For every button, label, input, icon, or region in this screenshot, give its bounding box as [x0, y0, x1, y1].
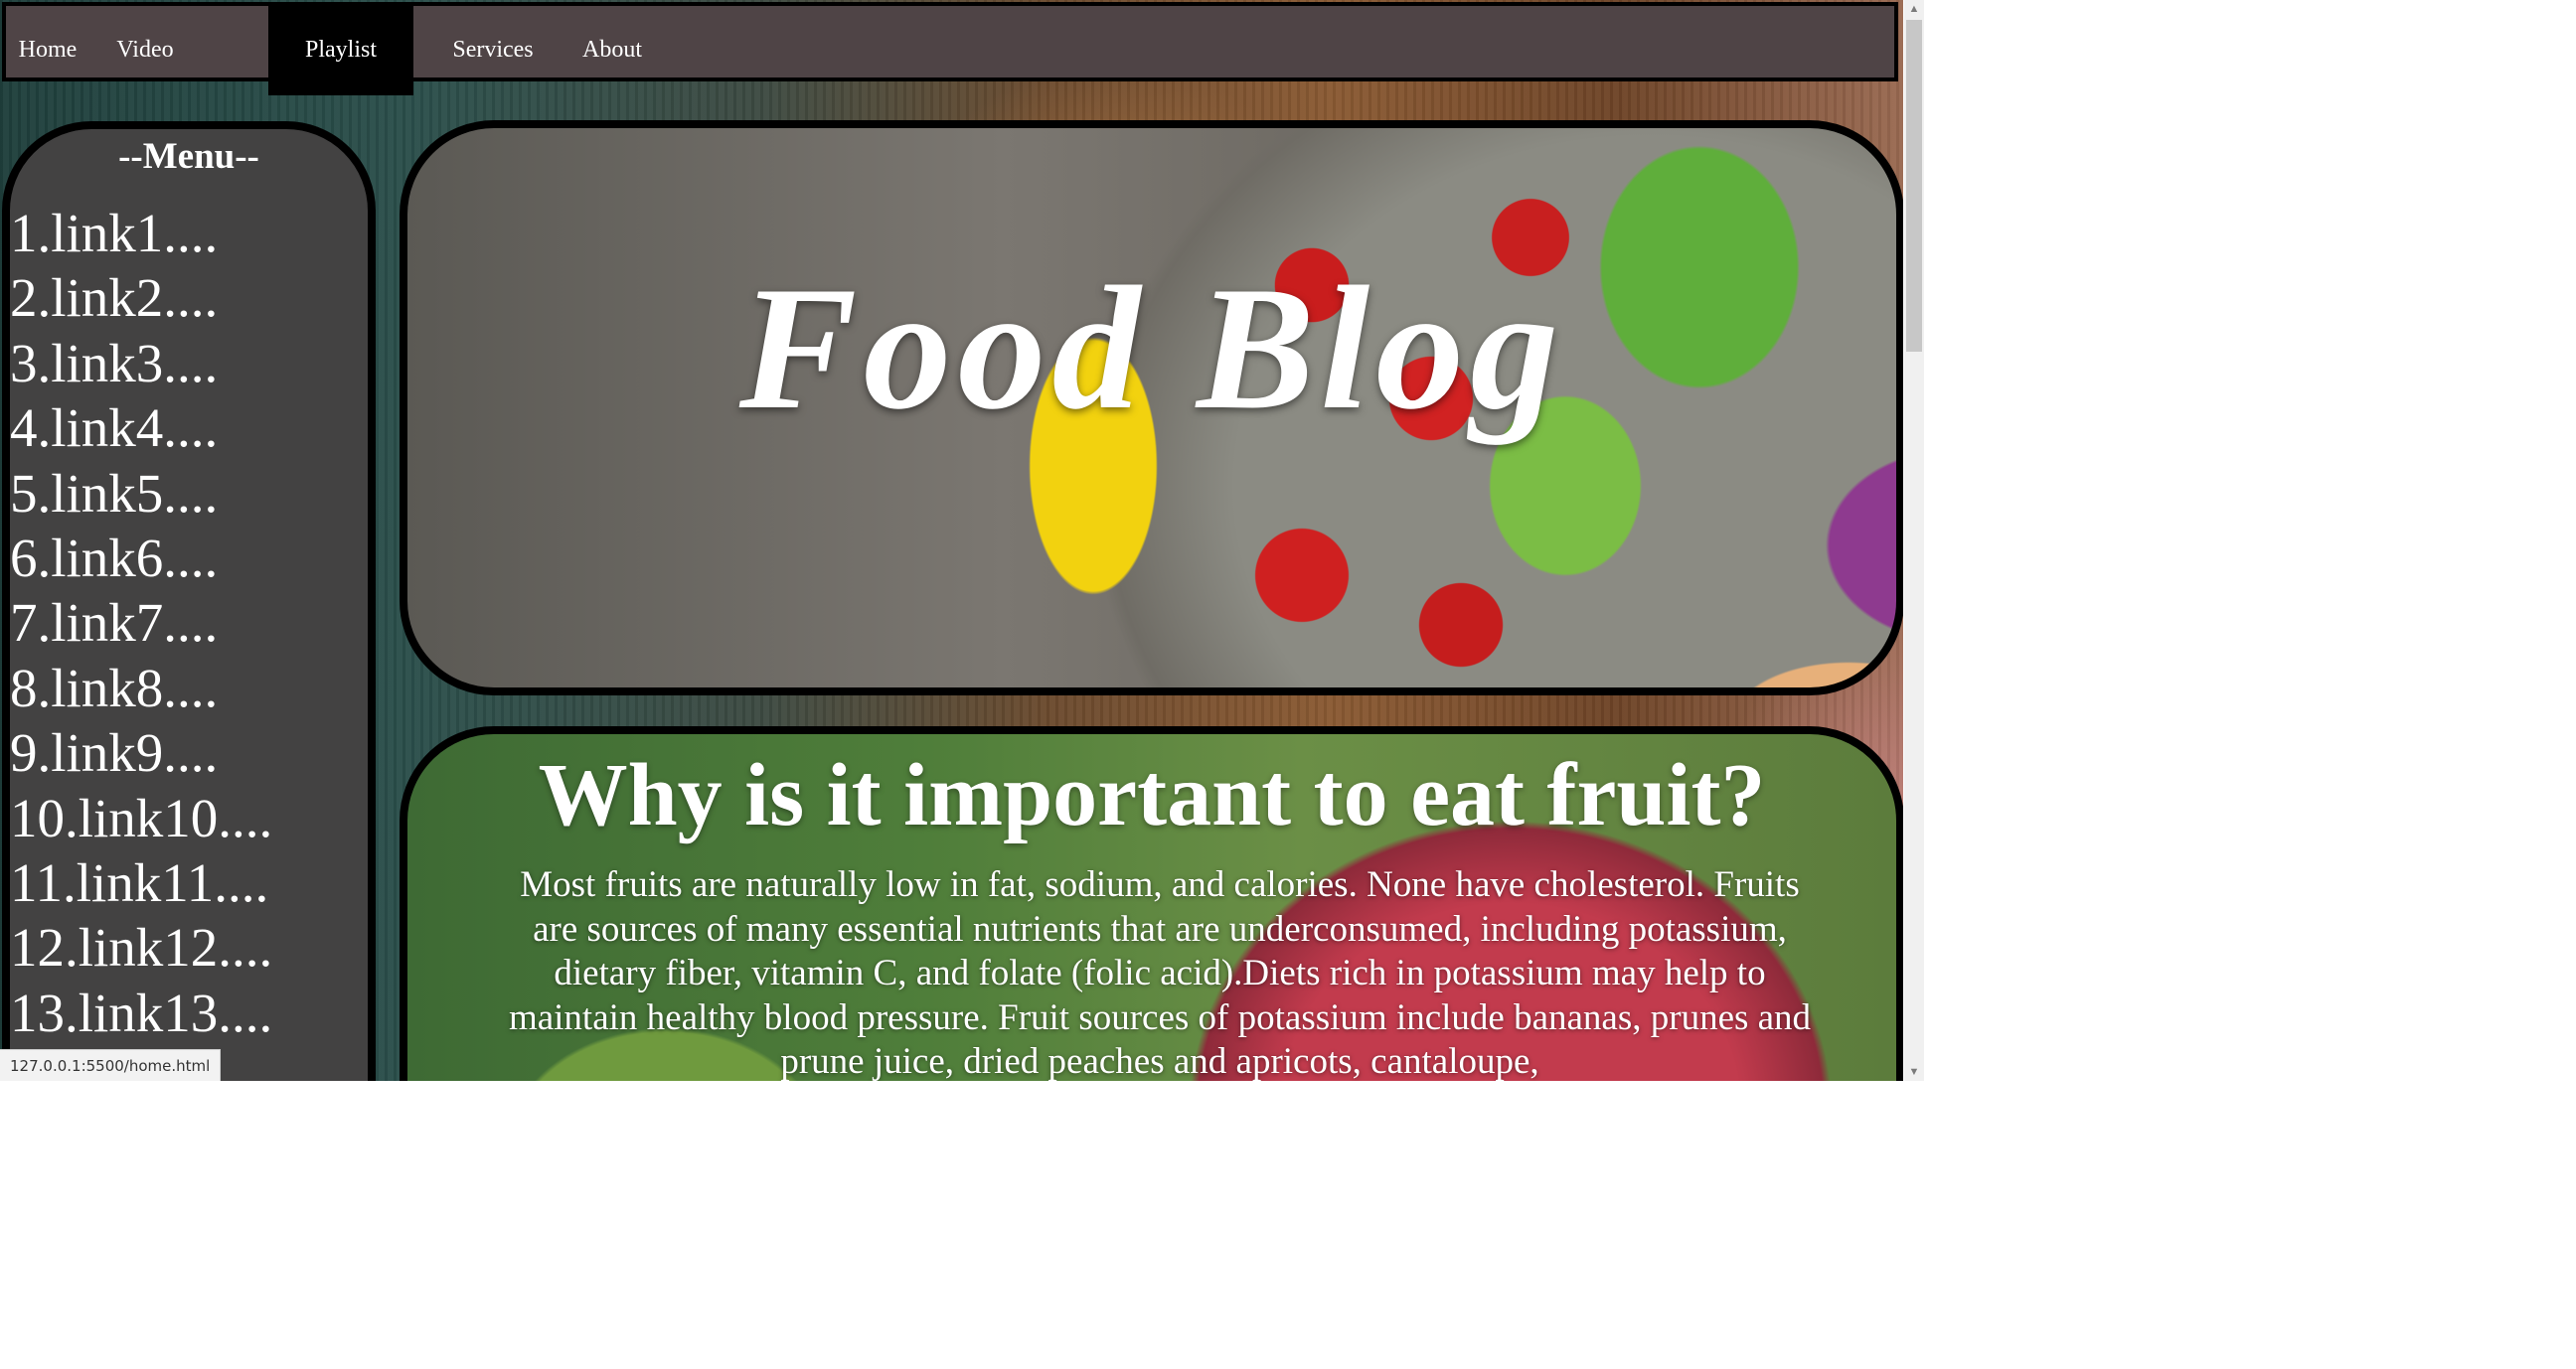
sidebar-title: --Menu-- — [118, 136, 259, 177]
article-card: Why is it important to eat fruit? Most f… — [400, 726, 1903, 1081]
hero-banner: Food Blog — [400, 120, 1903, 695]
sidebar-link-11[interactable]: 11.link11.... — [10, 850, 272, 915]
sidebar-link-10[interactable]: 10.link10.... — [10, 786, 272, 850]
hero-title: Food Blog — [738, 249, 1565, 446]
browser-viewport: Home Video Playlist Services About --Men… — [0, 0, 1903, 1081]
chevron-up-icon[interactable]: ▲ — [1904, 0, 1924, 18]
nav-playlist-link[interactable]: Playlist — [268, 6, 413, 95]
article-title: Why is it important to eat fruit? — [538, 746, 1766, 844]
sidebar-link-5[interactable]: 5.link5.... — [10, 461, 272, 526]
sidebar-link-4[interactable]: 4.link4.... — [10, 395, 272, 460]
sidebar-link-9[interactable]: 9.link9.... — [10, 720, 272, 785]
sidebar-link-12[interactable]: 12.link12.... — [10, 915, 272, 980]
sidebar-link-1[interactable]: 1.link1.... — [10, 201, 272, 265]
status-bar-url: 127.0.0.1:5500/home.html — [0, 1049, 222, 1081]
sidebar-link-6[interactable]: 6.link6.... — [10, 526, 272, 590]
sidebar-menu: --Menu-- 1.link1.... 2.link2.... 3.link3… — [2, 121, 376, 1081]
sidebar-link-8[interactable]: 8.link8.... — [10, 656, 272, 720]
sidebar-link-2[interactable]: 2.link2.... — [10, 265, 272, 330]
nav-services-link[interactable]: Services — [433, 6, 553, 81]
article-body: Most fruits are naturally low in fat, so… — [508, 864, 1812, 1081]
chevron-down-icon[interactable]: ▼ — [1904, 1063, 1924, 1081]
top-navbar: Home Video Playlist Services About — [2, 2, 1898, 95]
nav-video-link[interactable]: Video — [91, 6, 199, 81]
vertical-scrollbar[interactable]: ▲ ▼ — [1904, 0, 1924, 1081]
sidebar-link-list: 1.link1.... 2.link2.... 3.link3.... 4.li… — [10, 201, 272, 1081]
nav-home-link[interactable]: Home — [10, 6, 85, 81]
nav-about-link[interactable]: About — [564, 6, 660, 81]
sidebar-link-7[interactable]: 7.link7.... — [10, 590, 272, 655]
scrollbar-thumb[interactable] — [1906, 20, 1922, 352]
sidebar-link-3[interactable]: 3.link3.... — [10, 331, 272, 395]
sidebar-link-13[interactable]: 13.link13.... — [10, 981, 272, 1045]
